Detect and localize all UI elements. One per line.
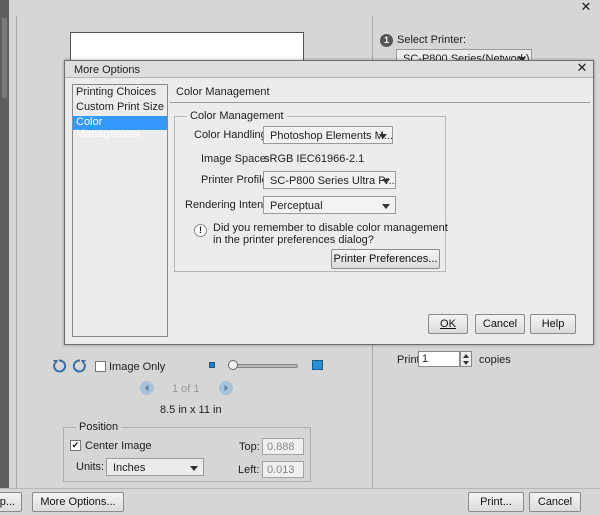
nav-item-label: Custom Print Size	[76, 101, 165, 113]
chevron-down-icon	[382, 179, 390, 184]
print-button[interactable]: Print...	[468, 492, 524, 512]
printer-preferences-button[interactable]: Printer Preferences...	[331, 249, 440, 269]
printer-profile-value: SC-P800 Series Ultra Pr...	[270, 175, 396, 187]
select-printer-label: Select Printer:	[397, 34, 467, 46]
dialog-title: More Options	[74, 64, 141, 76]
more-options-button[interactable]: More Options...	[32, 492, 124, 512]
printer-profile-select[interactable]: SC-P800 Series Ultra Pr...	[263, 171, 396, 189]
notice-line-1: Did you remember to disable color manage…	[213, 222, 448, 234]
zoom-slider-handle[interactable]	[228, 360, 238, 370]
left-scrollbar-thumb[interactable]	[2, 18, 7, 98]
nav-item-printing-choices[interactable]: Printing Choices	[73, 86, 167, 100]
group-legend: Color Management	[187, 110, 287, 122]
rotate-left-icon[interactable]	[51, 358, 67, 374]
nav-item-label: Printing Choices	[76, 86, 157, 98]
page-indicator: 1 of 1	[172, 383, 200, 395]
color-handling-label: Color Handling:	[194, 129, 270, 141]
clipped-left-button[interactable]: p...	[0, 492, 22, 512]
nav-item-label: Color Management	[76, 116, 141, 140]
dialog-title-bar	[65, 61, 593, 78]
left-field[interactable]: 0.013	[262, 461, 304, 478]
copies-label: copies	[479, 354, 511, 366]
rendering-intent-label: Rendering Intent:	[185, 199, 270, 211]
section-title: Color Management	[176, 86, 270, 98]
top-field[interactable]: 0.888	[262, 438, 304, 455]
position-legend: Position	[76, 421, 122, 433]
rendering-intent-select[interactable]: Perceptual	[263, 196, 396, 214]
nav-item-custom-print-size[interactable]: Custom Print Size	[73, 101, 167, 115]
zoom-slider-track[interactable]	[232, 364, 298, 368]
stepper-up-icon[interactable]	[463, 354, 469, 358]
copies-stepper[interactable]	[460, 351, 472, 367]
zoom-large-icon	[312, 360, 323, 370]
prev-page-icon[interactable]	[140, 381, 154, 395]
chevron-down-icon	[379, 134, 387, 139]
zoom-small-icon	[209, 362, 215, 368]
color-handling-value: Photoshop Elements M...	[270, 130, 393, 142]
section-divider	[170, 102, 590, 103]
units-select-value: Inches	[113, 462, 146, 474]
rotate-right-icon[interactable]	[72, 358, 88, 374]
stepper-down-icon[interactable]	[463, 361, 469, 365]
image-only-checkbox[interactable]	[95, 361, 106, 372]
left-label: Left:	[238, 464, 260, 476]
nav-item-color-management[interactable]: Color Management	[73, 116, 167, 140]
rendering-intent-value: Perceptual	[270, 200, 323, 212]
dialog-close-icon[interactable]: ✕	[574, 61, 590, 77]
step-one-badge: 1	[380, 34, 393, 47]
image-only-label: Image Only	[109, 361, 166, 373]
ok-button[interactable]: OK	[428, 314, 468, 334]
preview-page	[70, 32, 304, 62]
print-label: Print	[397, 354, 420, 366]
units-label: Units:	[76, 461, 105, 473]
top-label: Top:	[239, 441, 260, 453]
help-button[interactable]: Help	[530, 314, 576, 334]
window-close-icon[interactable]: ✕	[578, 0, 594, 16]
image-space-value: sRGB IEC61966-2.1	[264, 153, 365, 165]
image-space-label: Image Space:	[201, 153, 269, 165]
color-handling-select[interactable]: Photoshop Elements M...	[263, 126, 393, 144]
notice-line-2: in the printer preferences dialog?	[213, 234, 374, 246]
center-image-label: Center Image	[85, 440, 152, 452]
info-icon: !	[194, 224, 207, 237]
copies-field[interactable]: 1	[418, 351, 460, 367]
cancel-button[interactable]: Cancel	[529, 492, 581, 512]
title-bar	[0, 0, 600, 16]
chevron-down-icon	[382, 204, 390, 209]
dialog-cancel-button[interactable]: Cancel	[475, 314, 525, 334]
center-image-checkbox[interactable]: ✔	[70, 440, 81, 451]
next-page-icon[interactable]	[219, 381, 233, 395]
page-size-label: 8.5 in x 11 in	[160, 404, 222, 416]
units-select[interactable]: Inches	[106, 458, 204, 476]
chevron-down-icon	[190, 466, 198, 471]
printer-profile-label: Printer Profile:	[201, 174, 271, 186]
